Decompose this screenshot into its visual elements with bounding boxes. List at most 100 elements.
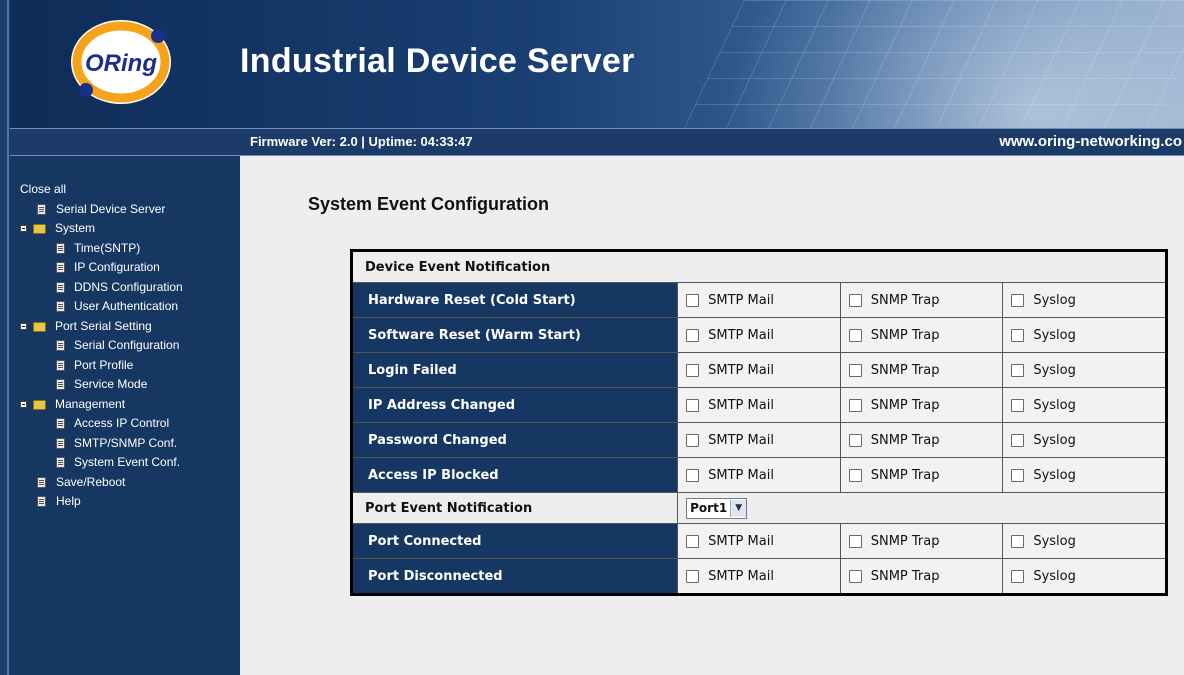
snmp-option[interactable]: SNMP Trap	[841, 293, 1003, 308]
document-icon	[37, 203, 46, 215]
port-select[interactable]: Port1 ▼	[686, 497, 748, 519]
event-row-access-ip-blocked: Access IP Blocked SMTP Mail SNMP Trap Syslo…	[350, 457, 1167, 493]
smtp-label: SMTP Mail	[708, 327, 774, 343]
smtp-checkbox[interactable]	[686, 363, 700, 377]
smtp-option[interactable]: SMTP Mail	[678, 293, 840, 308]
sidebar-item-label: Serial Device Server	[56, 201, 166, 216]
snmp-checkbox[interactable]	[848, 534, 862, 548]
event-label: Port Connected	[350, 523, 679, 559]
smtp-checkbox[interactable]	[686, 534, 700, 548]
snmp-option[interactable]: SNMP Trap	[841, 569, 1003, 584]
svg-text:ORing: ORing	[85, 50, 157, 77]
event-row-hardware-reset-cold-start: Hardware Reset (Cold Start) SMTP Mail SNMP…	[350, 282, 1167, 318]
smtp-option[interactable]: SMTP Mail	[678, 328, 840, 343]
smtp-checkbox[interactable]	[686, 398, 700, 412]
snmp-cell: SNMP Trap	[839, 317, 1004, 353]
smtp-checkbox[interactable]	[686, 433, 700, 447]
folder-icon	[33, 321, 46, 332]
syslog-label: Syslog	[1033, 568, 1076, 584]
snmp-option[interactable]: SNMP Trap	[841, 328, 1003, 343]
snmp-checkbox[interactable]	[848, 569, 862, 583]
snmp-checkbox[interactable]	[848, 293, 862, 307]
collapse-icon[interactable]	[20, 225, 27, 232]
syslog-option[interactable]: Syslog	[1003, 468, 1165, 483]
syslog-label: Syslog	[1033, 467, 1076, 483]
document-icon	[37, 496, 46, 507]
syslog-checkbox[interactable]	[1011, 328, 1025, 342]
smtp-checkbox[interactable]	[686, 468, 700, 482]
syslog-checkbox[interactable]	[1011, 293, 1025, 307]
event-row-software-reset-warm-start: Software Reset (Warm Start) SMTP Mail SNMP…	[350, 317, 1167, 353]
event-row-port-disconnected: Port Disconnected SMTP Mail SNMP Trap Syslo…	[350, 558, 1167, 595]
syslog-option[interactable]: Syslog	[1003, 328, 1165, 343]
port-event-header-label: Port Event Notification	[350, 492, 679, 524]
chevron-down-icon[interactable]: ▼	[730, 499, 747, 517]
smtp-checkbox[interactable]	[686, 569, 700, 583]
smtp-cell: SMTP Mail	[677, 387, 841, 423]
collapse-icon[interactable]	[20, 400, 27, 408]
snmp-checkbox[interactable]	[848, 398, 862, 412]
website-link[interactable]: www.oring-networking.co	[999, 133, 1182, 150]
event-row-login-failed: Login Failed SMTP Mail SNMP Trap Syslog	[350, 352, 1167, 388]
snmp-checkbox[interactable]	[848, 328, 862, 342]
smtp-checkbox[interactable]	[686, 293, 700, 307]
syslog-checkbox[interactable]	[1011, 569, 1025, 583]
smtp-cell: SMTP Mail	[677, 282, 841, 318]
syslog-label: Syslog	[1033, 397, 1076, 413]
syslog-option[interactable]: Syslog	[1003, 433, 1165, 448]
collapse-icon[interactable]	[20, 322, 27, 330]
sidebar-item-label: Access IP Control	[74, 416, 170, 430]
event-label: Password Changed	[350, 422, 679, 458]
event-row-password-changed: Password Changed SMTP Mail SNMP Trap Syslog	[350, 422, 1167, 458]
snmp-checkbox[interactable]	[848, 468, 862, 482]
left-frame-border	[0, 0, 10, 675]
snmp-cell: SNMP Trap	[839, 387, 1004, 423]
smtp-cell: SMTP Mail	[677, 317, 841, 353]
document-icon	[56, 301, 65, 312]
snmp-option[interactable]: SNMP Trap	[841, 363, 1003, 378]
syslog-option[interactable]: Syslog	[1003, 534, 1165, 549]
snmp-label: SNMP Trap	[870, 327, 940, 343]
syslog-option[interactable]: Syslog	[1003, 293, 1165, 308]
folder-icon	[33, 399, 46, 410]
smtp-cell: SMTP Mail	[677, 558, 841, 595]
sidebar-item-label: Management	[55, 396, 126, 411]
syslog-checkbox[interactable]	[1011, 534, 1025, 548]
smtp-cell: SMTP Mail	[677, 422, 841, 458]
port-event-header: Port Event Notification Port1 ▼	[350, 492, 1167, 524]
smtp-option[interactable]: SMTP Mail	[678, 433, 840, 448]
snmp-checkbox[interactable]	[848, 363, 862, 377]
snmp-cell: SNMP Trap	[839, 523, 1004, 559]
sidebar-item-label: Service Mode	[74, 377, 148, 391]
snmp-option[interactable]: SNMP Trap	[841, 534, 1003, 549]
document-icon	[56, 262, 65, 273]
syslog-checkbox[interactable]	[1011, 468, 1025, 482]
snmp-option[interactable]: SNMP Trap	[841, 433, 1003, 448]
smtp-checkbox[interactable]	[686, 328, 700, 342]
smtp-option[interactable]: SMTP Mail	[678, 363, 840, 378]
event-label: Hardware Reset (Cold Start)	[350, 282, 679, 318]
snmp-checkbox[interactable]	[848, 433, 862, 447]
snmp-cell: SNMP Trap	[839, 352, 1004, 388]
sidebar-item-label: Port Profile	[74, 357, 134, 372]
syslog-option[interactable]: Syslog	[1003, 363, 1165, 378]
syslog-option[interactable]: Syslog	[1003, 398, 1165, 413]
firmware-uptime: Firmware Ver: 2.0 | Uptime: 04:33:47	[250, 134, 473, 149]
syslog-checkbox[interactable]	[1011, 398, 1025, 412]
snmp-option[interactable]: SNMP Trap	[841, 398, 1003, 413]
smtp-label: SMTP Mail	[708, 568, 774, 584]
smtp-label: SMTP Mail	[708, 467, 774, 483]
syslog-checkbox[interactable]	[1011, 363, 1025, 377]
smtp-label: SMTP Mail	[708, 432, 774, 448]
smtp-option[interactable]: SMTP Mail	[678, 398, 840, 413]
smtp-option[interactable]: SMTP Mail	[678, 534, 840, 549]
syslog-checkbox[interactable]	[1011, 433, 1025, 447]
event-label: Software Reset (Warm Start)	[350, 317, 679, 353]
snmp-cell: SNMP Trap	[839, 422, 1004, 458]
syslog-option[interactable]: Syslog	[1003, 569, 1165, 584]
event-label: IP Address Changed	[350, 387, 679, 423]
snmp-option[interactable]: SNMP Trap	[841, 468, 1003, 483]
smtp-option[interactable]: SMTP Mail	[678, 569, 840, 584]
syslog-cell: Syslog	[1002, 352, 1167, 388]
smtp-option[interactable]: SMTP Mail	[678, 468, 840, 483]
